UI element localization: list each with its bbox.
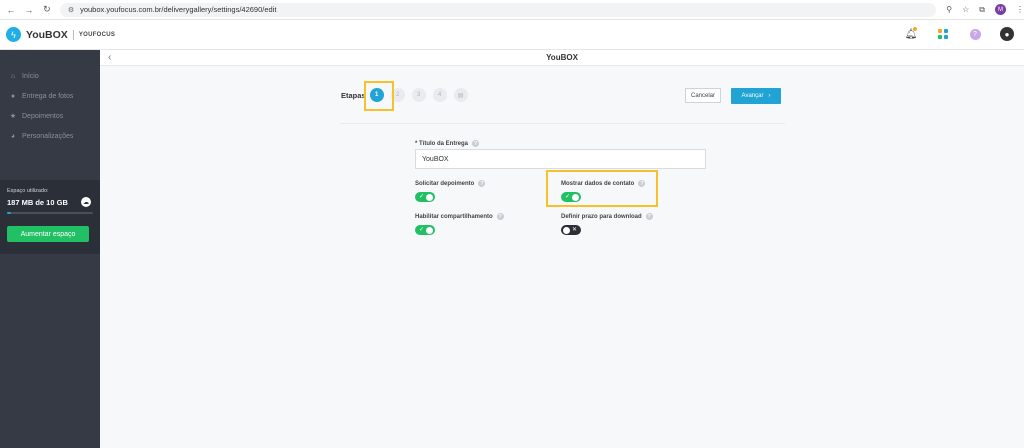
sidebar-item-label: Início (22, 72, 39, 80)
testimonial-toggle[interactable]: ✓ (415, 192, 435, 202)
logo-divider (72, 29, 74, 40)
title-field-label: * Título da Entrega ? (415, 140, 480, 147)
title-label-text: * Título da Entrega (415, 140, 469, 147)
profile-avatar[interactable]: M (994, 4, 1006, 15)
check-icon: ✓ (419, 227, 425, 233)
apps-grid-icon[interactable] (936, 27, 950, 41)
site-settings-icon[interactable]: ⚙ (68, 6, 74, 14)
zoom-icon[interactable]: ⚲ (946, 5, 952, 14)
storage-panel: Espaço utilizado: 187 MB de 10 GB ☁ Aume… (0, 180, 100, 254)
info-icon[interactable]: ? (478, 180, 486, 187)
share-label: Habilitar compartilhamento ? (415, 213, 504, 220)
bell-icon[interactable]: 🔔︎ (904, 27, 918, 41)
step-document[interactable]: ▤ (453, 88, 468, 102)
home-icon: ⌂ (10, 72, 16, 80)
storage-progress-bar (7, 212, 93, 214)
toggle-knob (563, 226, 570, 234)
step-3[interactable]: 3 (411, 88, 426, 102)
check-icon: ✓ (419, 194, 425, 200)
logo-bolt-icon: ϟ (6, 27, 21, 42)
toggle-knob (426, 193, 433, 201)
logo-subtext: YOUFOCUS (78, 31, 116, 38)
browser-toolbar: ← → ↻ ⚙ youbox.youfocus.com.br/deliveryg… (0, 0, 1024, 20)
title-bar: ‹ YouBOX (100, 50, 1024, 66)
storage-label: Espaço utilizado: (7, 188, 49, 194)
x-icon: ✕ (571, 227, 577, 233)
deadline-label-text: Definir prazo para download (561, 213, 642, 220)
step-highlight-box (364, 81, 394, 111)
cloud-icon: ☁ (81, 197, 91, 207)
info-icon[interactable]: ? (472, 140, 480, 147)
delivery-icon: ● (10, 92, 16, 100)
address-bar[interactable]: ⚙ youbox.youfocus.com.br/deliverygallery… (59, 2, 937, 17)
logo-text[interactable]: YouBOX (26, 29, 68, 41)
contact-highlight-box (546, 170, 658, 207)
browser-menu-icon[interactable]: ⋮ (1016, 5, 1024, 14)
reload-icon[interactable]: ↻ (40, 3, 54, 17)
chevron-right-icon: › (768, 93, 771, 99)
url-text: youbox.youfocus.com.br/deliverygallery/s… (80, 5, 277, 14)
forward-icon[interactable]: → (22, 3, 36, 17)
main-content: ‹ YouBOX Etapas 1 2 3 4 ▤ Cancelar Avanç… (100, 50, 1024, 448)
app-header: ϟ YouBOX YOUFOCUS 🔔︎ ? ● (0, 20, 1024, 50)
upgrade-storage-button[interactable]: Aumentar espaço (7, 226, 89, 242)
step-4[interactable]: 4 (432, 88, 447, 102)
star-icon: ★ (9, 113, 17, 120)
sidebar-item-entrega-de-fotos[interactable]: ● Entrega de fotos (0, 86, 100, 106)
sidebar: ⌂ Início ● Entrega de fotos ★ Depoimento… (0, 50, 100, 448)
share-toggle[interactable]: ✓ (415, 225, 435, 235)
cancel-button[interactable]: Cancelar (685, 88, 721, 103)
extensions-icon[interactable]: ⧉ (979, 5, 985, 15)
sidebar-item-label: Entrega de fotos (22, 92, 74, 100)
sidebar-item-label: Personalizações (22, 132, 74, 140)
bookmark-star-icon[interactable]: ☆ (962, 5, 969, 14)
sidebar-item-personalizacoes[interactable]: ◕ Personalizações (0, 126, 100, 146)
testimonial-label: Solicitar depoimento ? (415, 180, 486, 187)
toggle-knob (426, 226, 433, 234)
steps-label: Etapas (341, 90, 366, 100)
sidebar-item-inicio[interactable]: ⌂ Início (0, 66, 100, 86)
share-label-text: Habilitar compartilhamento (415, 213, 493, 220)
title-input-value: YouBOX (422, 155, 449, 163)
divider (340, 123, 785, 124)
testimonial-label-text: Solicitar depoimento (415, 180, 475, 187)
user-icon[interactable]: ● (1000, 27, 1014, 41)
page-title: YouBOX (546, 53, 578, 62)
palette-icon: ◕ (10, 132, 16, 140)
storage-progress-fill (7, 212, 12, 214)
back-icon[interactable]: ← (4, 3, 18, 17)
sidebar-item-depoimentos[interactable]: ★ Depoimentos (0, 106, 100, 126)
notification-dot (913, 27, 917, 31)
title-input[interactable]: YouBOX (415, 149, 706, 169)
info-icon[interactable]: ? (645, 213, 653, 220)
next-button-label: Avançar (741, 93, 764, 99)
deadline-toggle[interactable]: ✕ (561, 225, 581, 235)
deadline-label: Definir prazo para download ? (561, 213, 653, 220)
info-icon[interactable]: ? (496, 213, 504, 220)
document-icon: ▤ (457, 92, 464, 99)
help-icon[interactable]: ? (968, 27, 982, 41)
next-button[interactable]: Avançar › (731, 88, 781, 104)
steps-indicator: Etapas 1 2 3 4 ▤ (341, 88, 475, 102)
sidebar-item-label: Depoimentos (22, 112, 64, 120)
